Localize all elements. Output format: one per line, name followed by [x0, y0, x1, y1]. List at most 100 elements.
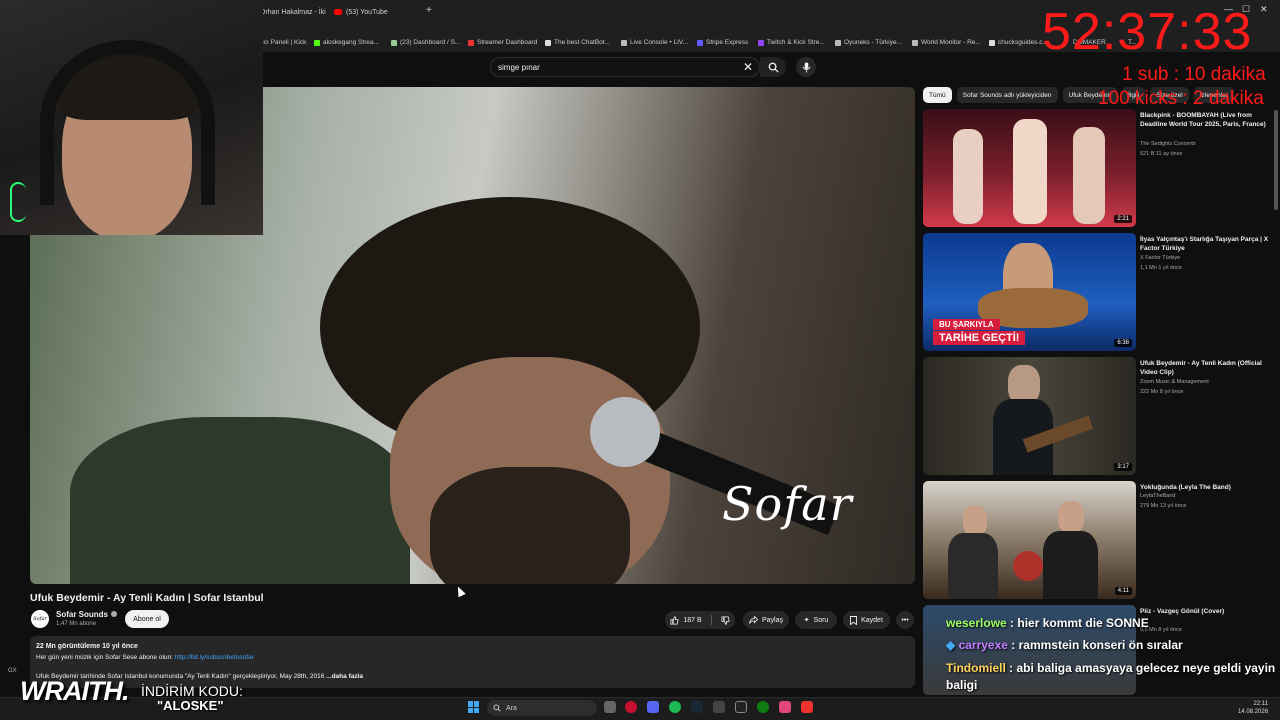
bookmark[interactable]: (23) Dashboard / S...	[391, 39, 460, 46]
recommendation-item[interactable]: 3:17 Ufuk Beydemir - Ay Tenli Kadın (Off…	[923, 357, 1273, 475]
new-tab-button[interactable]: +	[426, 5, 432, 16]
recommendation-item[interactable]: BU ŞARKIYLA TARİHE GEÇTİ! 6:38 İlyas Yal…	[923, 233, 1273, 351]
chip-from-uploader[interactable]: Sofar Sounds adlı yükleyiciden	[956, 87, 1058, 103]
channel-avatar[interactable]: Sofar	[31, 610, 49, 628]
share-button[interactable]: Paylaş	[743, 611, 789, 629]
bookmark[interactable]: World Monitor - Re...	[912, 39, 981, 46]
recommendation-title[interactable]: Yokluğunda (Leyla The Band)	[1140, 483, 1272, 492]
recommendation-channel[interactable]: The Sedighis Concerts	[1140, 141, 1196, 147]
chat-message: weserlowe : hier kommt die SONNE	[946, 616, 1149, 630]
thumbnail-caption-1: BU ŞARKIYLA	[933, 319, 1000, 330]
recommendation-title[interactable]: Piiz - Vazgeç Gönül (Cover)	[1140, 607, 1272, 616]
search-button[interactable]	[760, 57, 786, 77]
bookmark[interactable]: Stripe Express	[697, 39, 748, 46]
search-box[interactable]: simge pınar ✕	[490, 57, 760, 77]
sidebar-scrollbar[interactable]	[1274, 110, 1278, 210]
tab-youtube[interactable]: (53) YouTube	[334, 4, 388, 20]
spotify-icon[interactable]	[669, 701, 681, 713]
subscribe-link[interactable]: http://bit.ly/subscribetosofar	[175, 654, 254, 661]
close-window-button[interactable]: ✕	[1260, 4, 1268, 15]
recommendation-channel[interactable]: LeylaTheBand	[1140, 493, 1175, 499]
bookmark-label: Stripe Express	[706, 39, 749, 46]
dashboard-icon	[391, 39, 397, 46]
taskbar-clock[interactable]: 22:11 14.08.2026	[1238, 700, 1268, 716]
subscribe-button[interactable]: Abone ol	[125, 610, 169, 628]
task-view-icon[interactable]	[604, 701, 616, 713]
chat-message: Tindomiell : abi baliga amasyaya gelecez…	[946, 660, 1276, 694]
like-dislike-group: 187 B	[665, 611, 735, 629]
app-icon[interactable]	[779, 701, 791, 713]
bookmark[interactable]: ıcı Paneli | Kick	[262, 39, 306, 46]
recommendation-channel[interactable]: Zoom Music & Management	[1140, 379, 1209, 385]
search-input[interactable]: simge pınar	[498, 63, 540, 72]
more-actions-button[interactable]: •••	[896, 611, 914, 629]
like-button[interactable]: 187 B	[670, 615, 702, 625]
channel-name[interactable]: Sofar Sounds	[56, 610, 118, 619]
video-thumbnail[interactable]: 3:17	[923, 357, 1136, 475]
tab-orhan[interactable]: Orhan Hakalmaz - İki	[260, 4, 326, 20]
taskbar-search-label: Ara	[506, 704, 517, 712]
thumbs-down-icon[interactable]	[721, 615, 730, 625]
clear-search-icon[interactable]: ✕	[743, 60, 753, 74]
bookmark[interactable]: The best ChatBot...	[545, 39, 610, 46]
recommendation-channel[interactable]: X Factor Türkiye	[1140, 255, 1180, 261]
video-thumbnail[interactable]: 4:11	[923, 481, 1136, 599]
bookmark[interactable]: Twitch & Kick Stre...	[758, 39, 825, 46]
clock-date: 14.08.2026	[1238, 709, 1269, 715]
video-thumbnail[interactable]: BU ŞARKIYLA TARİHE GEÇTİ! 6:38	[923, 233, 1136, 351]
kick-icon	[314, 39, 320, 46]
bookmark[interactable]: chucksguides.c...	[989, 39, 1048, 46]
twitch-icon	[758, 39, 764, 46]
xbox-icon[interactable]	[757, 701, 769, 713]
ask-button[interactable]: ✦ Soru	[795, 611, 837, 629]
microphone-icon	[802, 62, 810, 72]
voice-search-button[interactable]	[796, 57, 816, 77]
bookmark-label: Streamer Dashboard	[477, 39, 538, 46]
bookmark-icon	[850, 615, 858, 625]
show-more-link[interactable]: ...daha fazla	[326, 673, 363, 680]
duration-badge: 4:11	[1114, 587, 1132, 595]
bookmark-label: World Monitor - Re...	[921, 39, 981, 46]
badge-icon: ◆	[946, 638, 959, 652]
recommendation-views: 1,1 Mn 1 yıl önce	[1140, 265, 1182, 271]
webcam-overlay	[0, 0, 263, 235]
video-title: Ufuk Beydemir - Ay Tenli Kadın | Sofar I…	[30, 592, 264, 604]
recommendation-title[interactable]: Ufuk Beydemir - Ay Tenli Kadın (Official…	[1140, 359, 1272, 377]
save-button[interactable]: Kaydet	[843, 611, 890, 629]
app-icon[interactable]	[735, 701, 747, 713]
stripe-icon	[697, 39, 703, 46]
sponsor-logo: WRAITH.	[20, 676, 129, 706]
video-thumbnail[interactable]: 2:21	[923, 109, 1136, 227]
bookmark[interactable]: aloskegang Strea...	[314, 39, 379, 46]
chip-all[interactable]: Tümü	[923, 87, 952, 103]
description-box[interactable]: 22 Mn görüntüleme 10 yıl önce Her gün ye…	[30, 636, 915, 688]
bookmark[interactable]: Live Console • LIV...	[621, 39, 688, 46]
taskbar-search[interactable]: Ara	[487, 700, 597, 716]
recommendation-title[interactable]: Blackpink - BOOMBAYAH (Live from Deadlin…	[1140, 111, 1272, 129]
steam-icon[interactable]	[691, 701, 703, 713]
duration-badge: 6:38	[1114, 339, 1132, 347]
app-icon[interactable]	[801, 701, 813, 713]
channel-name-text: Sofar Sounds	[56, 610, 109, 619]
discord-icon[interactable]	[647, 701, 659, 713]
chat-text: : rammstein konseri ön sıralar	[1007, 638, 1183, 652]
chatbot-icon	[545, 39, 551, 46]
verified-icon	[111, 611, 118, 617]
chat-username: Tindomiell	[946, 661, 1006, 675]
recommendation-item[interactable]: 2:21 Blackpink - BOOMBAYAH (Live from De…	[923, 109, 1273, 227]
recommendation-title[interactable]: İlyas Yalçıntaş'ı Starlığa Taşıyan Parça…	[1140, 235, 1272, 253]
bookmark[interactable]: Oyuneks - Türkiye...	[835, 39, 902, 46]
opera-gx-icon[interactable]	[625, 701, 637, 713]
app-icon[interactable]	[713, 701, 725, 713]
headphones-icon	[40, 40, 215, 205]
ask-label: Soru	[813, 616, 829, 624]
recommendation-item[interactable]: 4:11 Yokluğunda (Leyla The Band) LeylaTh…	[923, 481, 1273, 599]
bookmark[interactable]: Streamer Dashboard	[468, 39, 537, 46]
gx-label: GX	[8, 668, 17, 674]
duration-badge: 3:17	[1114, 463, 1132, 471]
video-frame-microphone	[590, 397, 660, 467]
globe-icon	[912, 39, 918, 46]
windows-start-icon[interactable]	[468, 701, 480, 713]
promo-code: "ALOSKE"	[157, 698, 224, 713]
recommendation-views: 521 B 11 ay önce	[1140, 151, 1183, 157]
